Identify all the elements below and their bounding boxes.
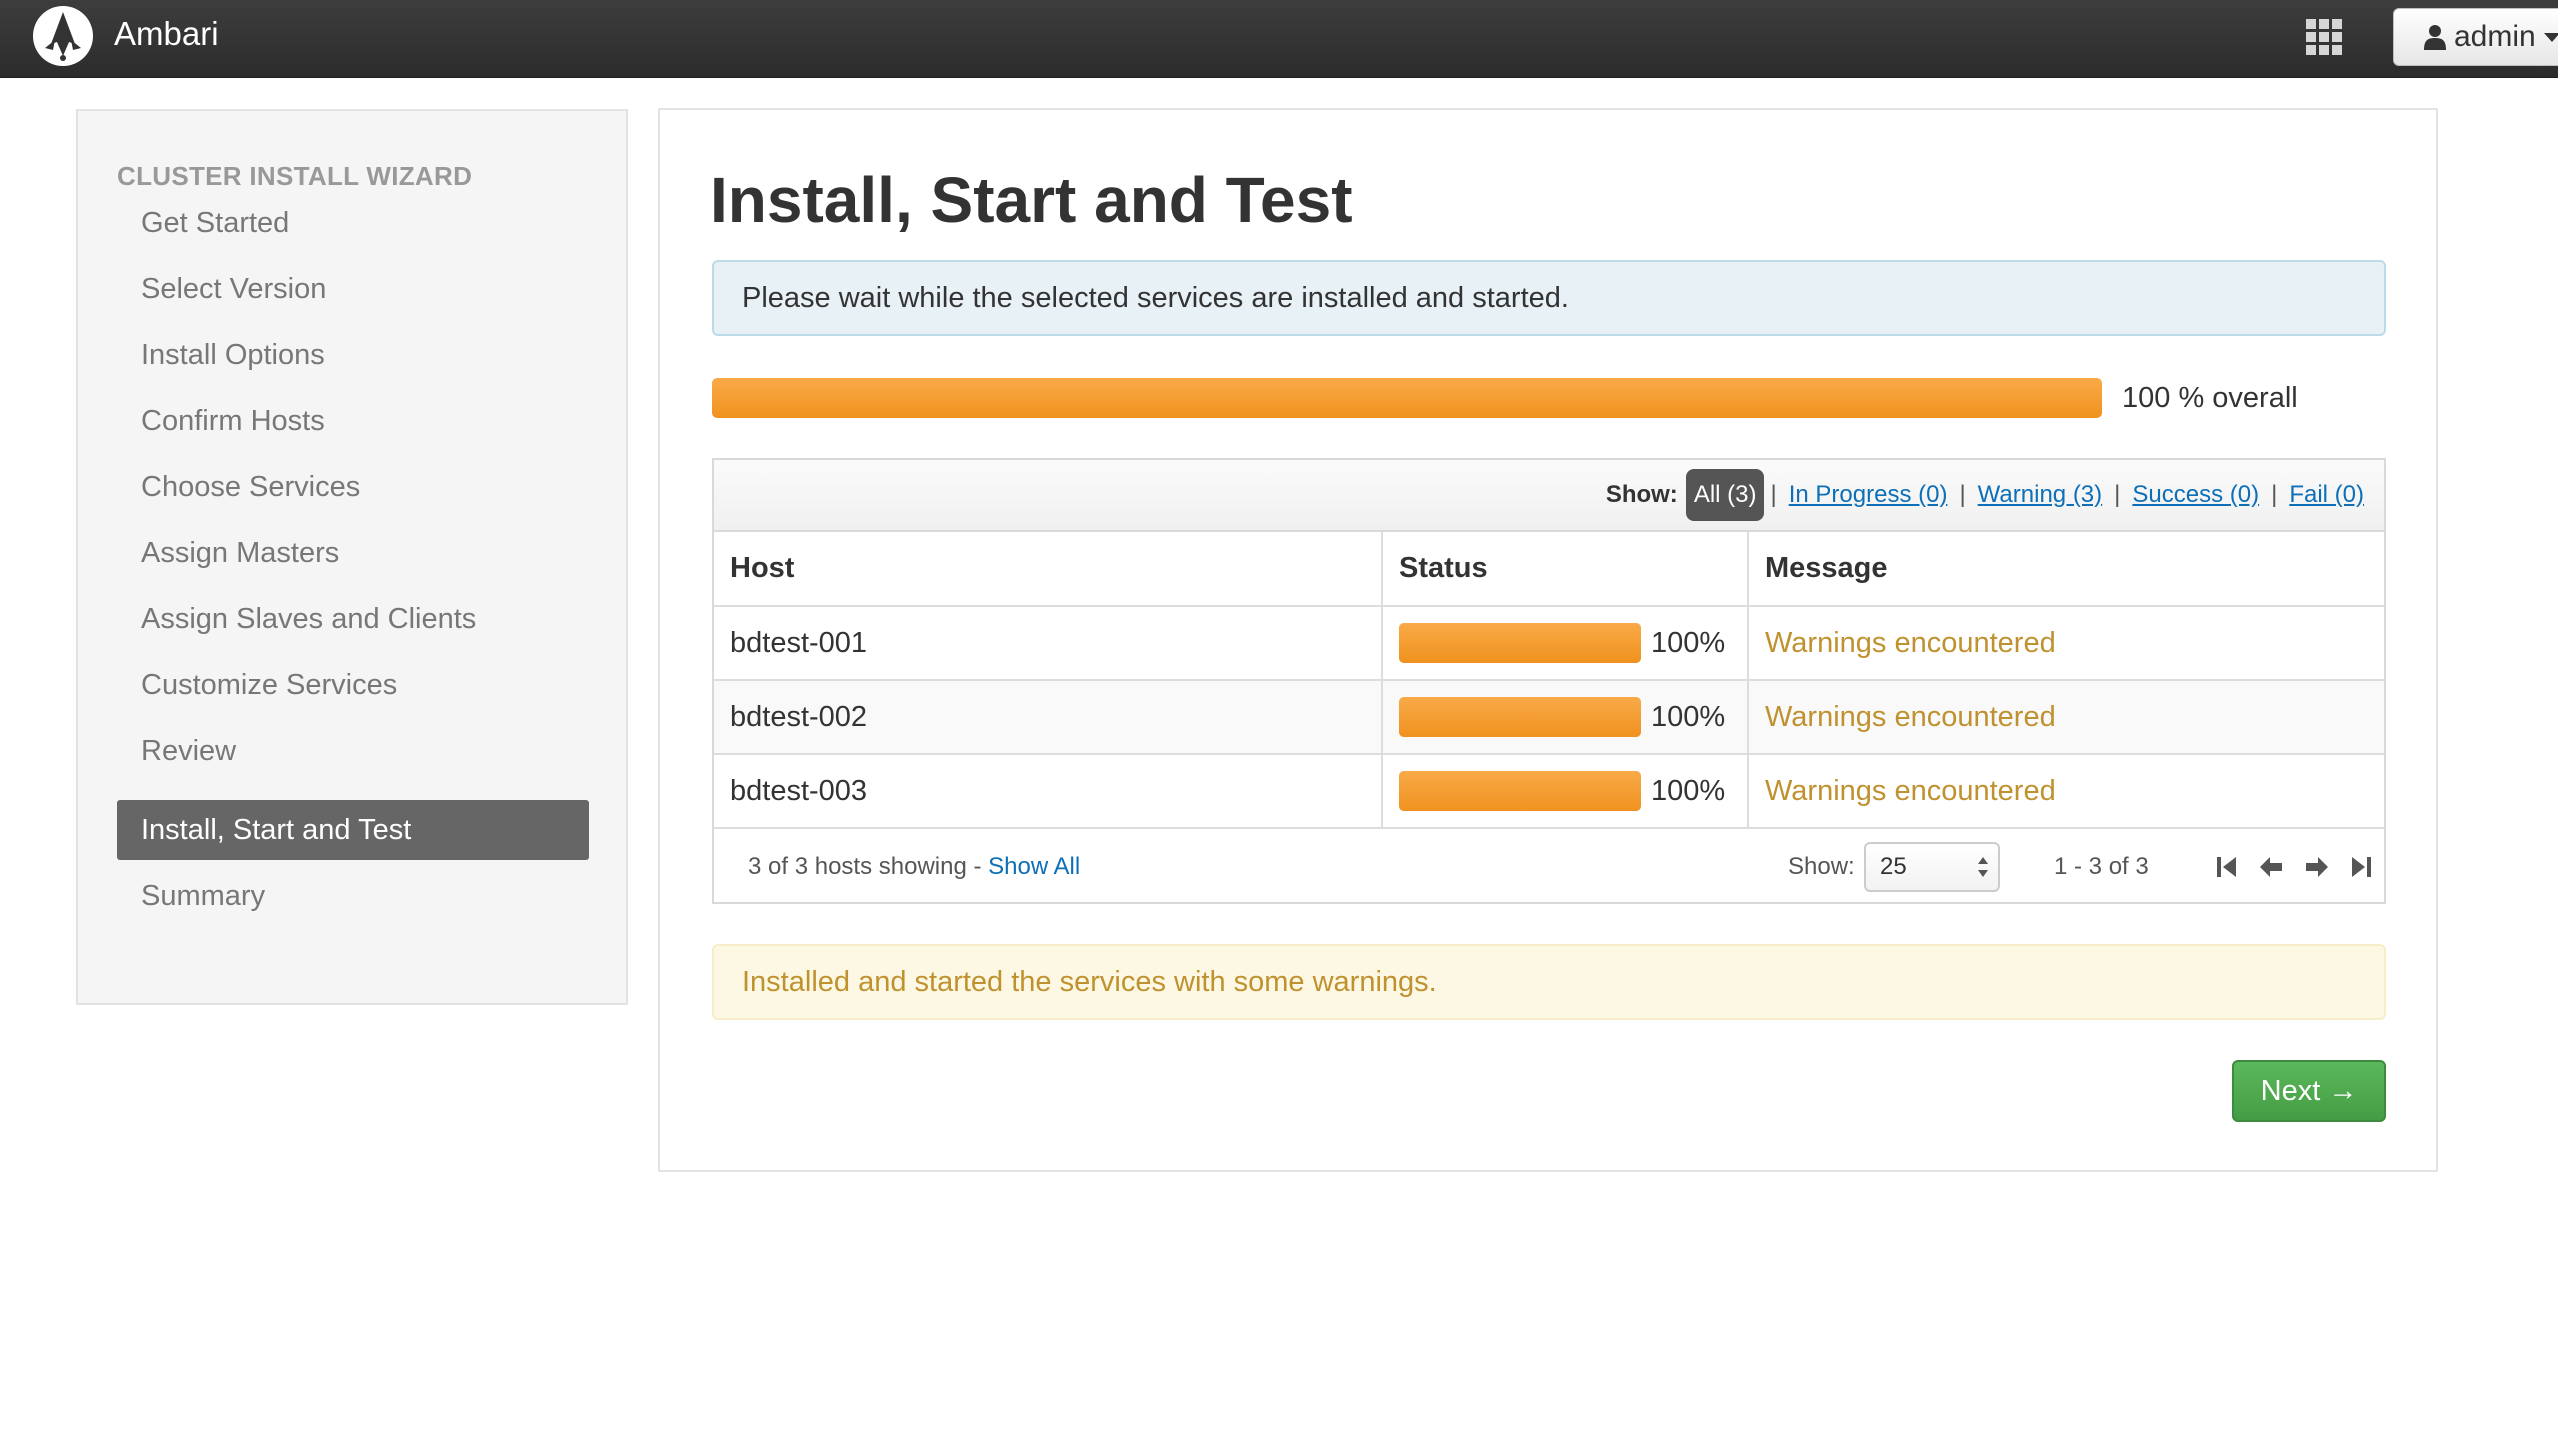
filter-show-label: Show:	[1605, 481, 1678, 508]
step-assign-slaves[interactable]: Assign Slaves and Clients	[117, 589, 589, 649]
table-row: bdtest-003 100% Warnings encountered	[714, 753, 2384, 829]
user-name: admin	[2454, 20, 2536, 53]
host-message-link[interactable]: Warnings encountered	[1747, 679, 2384, 755]
main-panel: Install, Start and Test Please wait whil…	[658, 108, 2438, 1172]
overall-progress-bar	[712, 378, 2102, 418]
host-progress-bar	[1399, 697, 1641, 737]
wizard-sidebar: CLUSTER INSTALL WIZARD Get Started Selec…	[76, 109, 628, 1005]
host-progress-label: 100%	[1651, 626, 1726, 659]
filter-separator: |	[2271, 481, 2278, 508]
hosts-table: Host Status Message bdtest-001 100% Warn…	[714, 532, 2384, 829]
header-status: Status	[1381, 532, 1749, 607]
page-range: 1 - 3 of 3	[2054, 853, 2149, 880]
host-name: bdtest-002	[714, 679, 1383, 755]
step-choose-services[interactable]: Choose Services	[117, 457, 589, 517]
page-size-select[interactable]: 25	[1864, 842, 2000, 892]
host-name: bdtest-001	[714, 605, 1383, 681]
page-size-label: Show:	[1788, 853, 1855, 880]
hosts-status-box: Show: All (3) | In Progress (0) | Warnin…	[712, 458, 2386, 904]
table-footer: 3 of 3 hosts showing - Show All Show: 25…	[714, 832, 2384, 902]
host-progress-label: 100%	[1651, 700, 1726, 733]
wizard-title: CLUSTER INSTALL WIZARD	[117, 161, 473, 191]
header-host: Host	[714, 532, 1383, 607]
table-row: bdtest-001 100% Warnings encountered	[714, 605, 2384, 681]
show-all-link[interactable]: Show All	[988, 853, 1080, 880]
filter-all[interactable]: All (3)	[1685, 469, 1765, 521]
warning-alert: Installed and started the services with …	[712, 944, 2386, 1020]
status-filter-bar: Show: All (3) | In Progress (0) | Warnin…	[714, 460, 2384, 532]
user-menu-button[interactable]: admin	[2393, 8, 2558, 66]
filter-success[interactable]: Success (0)	[2132, 481, 2259, 509]
ambari-logo-icon[interactable]	[31, 4, 95, 68]
host-progress-fill	[1399, 623, 1641, 663]
host-progress-label: 100%	[1651, 774, 1726, 807]
brand-name[interactable]: Ambari	[114, 14, 219, 54]
filter-separator: |	[1770, 481, 1777, 508]
host-progress-bar	[1399, 771, 1641, 811]
prev-page-icon[interactable]	[2258, 854, 2284, 880]
step-summary[interactable]: Summary	[117, 866, 589, 926]
step-install-start-test[interactable]: Install, Start and Test	[117, 800, 589, 860]
grid-apps-icon[interactable]	[2305, 18, 2343, 56]
host-message-link[interactable]: Warnings encountered	[1747, 605, 2384, 681]
host-progress-fill	[1399, 697, 1641, 737]
step-get-started[interactable]: Get Started	[117, 193, 589, 253]
overall-progress-label: 100 % overall	[2122, 382, 2298, 414]
hosts-count: 3 of 3 hosts showing - Show All	[748, 832, 1080, 902]
table-row: bdtest-002 100% Warnings encountered	[714, 679, 2384, 755]
filter-warning[interactable]: Warning (3)	[1978, 481, 2102, 509]
host-status: 100%	[1381, 605, 1749, 681]
filter-in-progress[interactable]: In Progress (0)	[1789, 481, 1948, 509]
overall-progress-fill	[712, 378, 2102, 418]
user-icon	[2424, 25, 2446, 50]
step-assign-masters[interactable]: Assign Masters	[117, 523, 589, 583]
first-page-icon[interactable]	[2214, 854, 2240, 880]
host-name: bdtest-003	[714, 753, 1383, 829]
next-page-icon[interactable]	[2304, 854, 2330, 880]
host-progress-fill	[1399, 771, 1641, 811]
host-status: 100%	[1381, 679, 1749, 755]
host-message-link[interactable]: Warnings encountered	[1747, 753, 2384, 829]
filter-separator: |	[2114, 481, 2121, 508]
page-size-value: 25	[1880, 853, 1907, 880]
next-button[interactable]: Next →	[2232, 1060, 2386, 1122]
host-progress-bar	[1399, 623, 1641, 663]
filter-separator: |	[1959, 481, 1966, 508]
step-review[interactable]: Review	[117, 721, 589, 781]
header-message: Message	[1747, 532, 2384, 607]
info-alert: Please wait while the selected services …	[712, 260, 2386, 336]
step-select-version[interactable]: Select Version	[117, 259, 589, 319]
filter-fail[interactable]: Fail (0)	[2289, 481, 2364, 509]
hosts-count-text: 3 of 3 hosts showing -	[748, 853, 989, 880]
step-customize-services[interactable]: Customize Services	[117, 655, 589, 715]
select-arrows-icon	[1978, 857, 1988, 877]
host-status: 100%	[1381, 753, 1749, 829]
last-page-icon[interactable]	[2348, 854, 2374, 880]
chevron-down-icon	[2543, 32, 2558, 42]
top-navbar: Ambari admin	[0, 0, 2558, 78]
step-install-options[interactable]: Install Options	[117, 325, 589, 385]
page-title: Install, Start and Test	[710, 164, 1353, 236]
step-confirm-hosts[interactable]: Confirm Hosts	[117, 391, 589, 451]
